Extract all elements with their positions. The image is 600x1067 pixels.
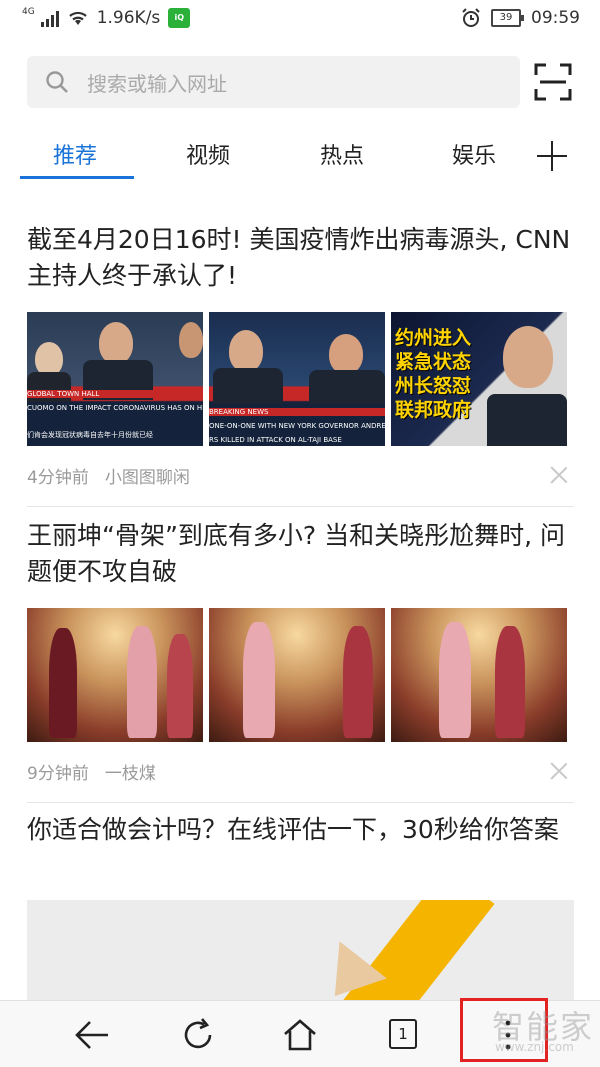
news-time: 9分钟前 [27, 763, 89, 784]
news-image[interactable] [27, 608, 203, 742]
image-caption: ONE-ON-ONE WITH NEW YORK GOVERNOR ANDREW… [209, 422, 385, 430]
category-tabs: 推荐 视频 热点 娱乐 [0, 130, 600, 180]
news-image[interactable]: BREAKING NEWS ONE-ON-ONE WITH NEW YORK G… [209, 312, 385, 446]
news-meta: 9分钟前 一枝煤 [27, 756, 574, 786]
tab-entertainment[interactable]: 娱乐 [452, 138, 496, 170]
add-tab-icon[interactable] [536, 140, 568, 172]
battery-level: 39 [499, 12, 513, 23]
news-time: 4分钟前 [27, 467, 89, 488]
search-icon [46, 71, 68, 93]
tabs-button[interactable]: 1 [382, 1013, 426, 1057]
news-item[interactable]: 截至4月20日16时! 美国疫情炸出病毒源头, CNN主持人终于承认了! GLO… [27, 222, 574, 507]
clock: 09:59 [531, 8, 580, 28]
news-meta: 4分钟前 小图图聊闲 [27, 460, 574, 490]
network-speed: 1.96K/s [96, 8, 161, 28]
tab-recommend[interactable]: 推荐 [53, 138, 97, 170]
wifi-icon [68, 11, 87, 25]
news-image[interactable] [209, 608, 385, 742]
active-tab-indicator [20, 176, 134, 179]
news-item[interactable]: 王丽坤“骨架”到底有多小? 当和关晓彤尬舞时, 问题便不攻自破 9分钟前 一枝煤 [27, 518, 574, 803]
divider [27, 506, 574, 507]
news-source: 一枝煤 [104, 763, 156, 784]
news-source: 小图图聊闲 [104, 467, 190, 488]
divider [27, 802, 574, 803]
news-image[interactable] [391, 608, 567, 742]
news-image[interactable] [27, 900, 574, 1000]
iqiyi-app-icon: iQ [168, 8, 191, 28]
tab-count: 1 [389, 1019, 417, 1049]
network-type: 4G [22, 7, 35, 17]
battery-icon: 39 [491, 9, 524, 27]
image-caption: 约州进入 紧急状态 州长怒怼 联邦政府 [395, 327, 472, 421]
news-image[interactable]: GLOBAL TOWN HALL CUOMO ON THE IMPACT COR… [27, 312, 203, 446]
news-title[interactable]: 王丽坤“骨架”到底有多小? 当和关晓彤尬舞时, 问题便不攻自破 [27, 518, 574, 590]
search-placeholder: 搜索或输入网址 [87, 71, 227, 96]
image-caption: GLOBAL TOWN HALL [27, 390, 203, 398]
news-title[interactable]: 截至4月20日16时! 美国疫情炸出病毒源头, CNN主持人终于承认了! [27, 222, 574, 294]
status-bar: 4G 1.96K/s iQ 39 09:59 [0, 0, 600, 42]
scan-qr-icon[interactable] [534, 63, 572, 101]
tab-hot[interactable]: 热点 [320, 138, 364, 170]
image-caption: BREAKING NEWS [209, 408, 385, 416]
back-icon[interactable] [70, 1013, 114, 1057]
home-icon[interactable] [278, 1013, 322, 1057]
search-bar[interactable]: 搜索或输入网址 [27, 56, 520, 108]
news-item[interactable]: 你适合做会计吗？在线评估一下，30秒给你答案 [27, 812, 574, 848]
dismiss-icon[interactable] [550, 466, 568, 484]
alarm-icon [462, 8, 480, 27]
dismiss-icon[interactable] [550, 762, 568, 780]
tab-video[interactable]: 视频 [186, 138, 230, 170]
image-caption: 们肯会发现冠状病毒自去年十月份就已经 [27, 431, 153, 439]
news-title[interactable]: 你适合做会计吗？在线评估一下，30秒给你答案 [27, 812, 574, 848]
refresh-icon[interactable] [176, 1013, 220, 1057]
image-caption: CUOMO ON THE IMPACT CORONAVIRUS HAS ON H… [27, 404, 203, 412]
image-caption: RS KILLED IN ATTACK ON AL-TAJI BASE [209, 436, 342, 444]
signal-icon [40, 9, 59, 27]
watermark-url: www.znj.com [495, 1040, 574, 1054]
news-image[interactable]: 约州进入 紧急状态 州长怒怼 联邦政府 [391, 312, 567, 446]
